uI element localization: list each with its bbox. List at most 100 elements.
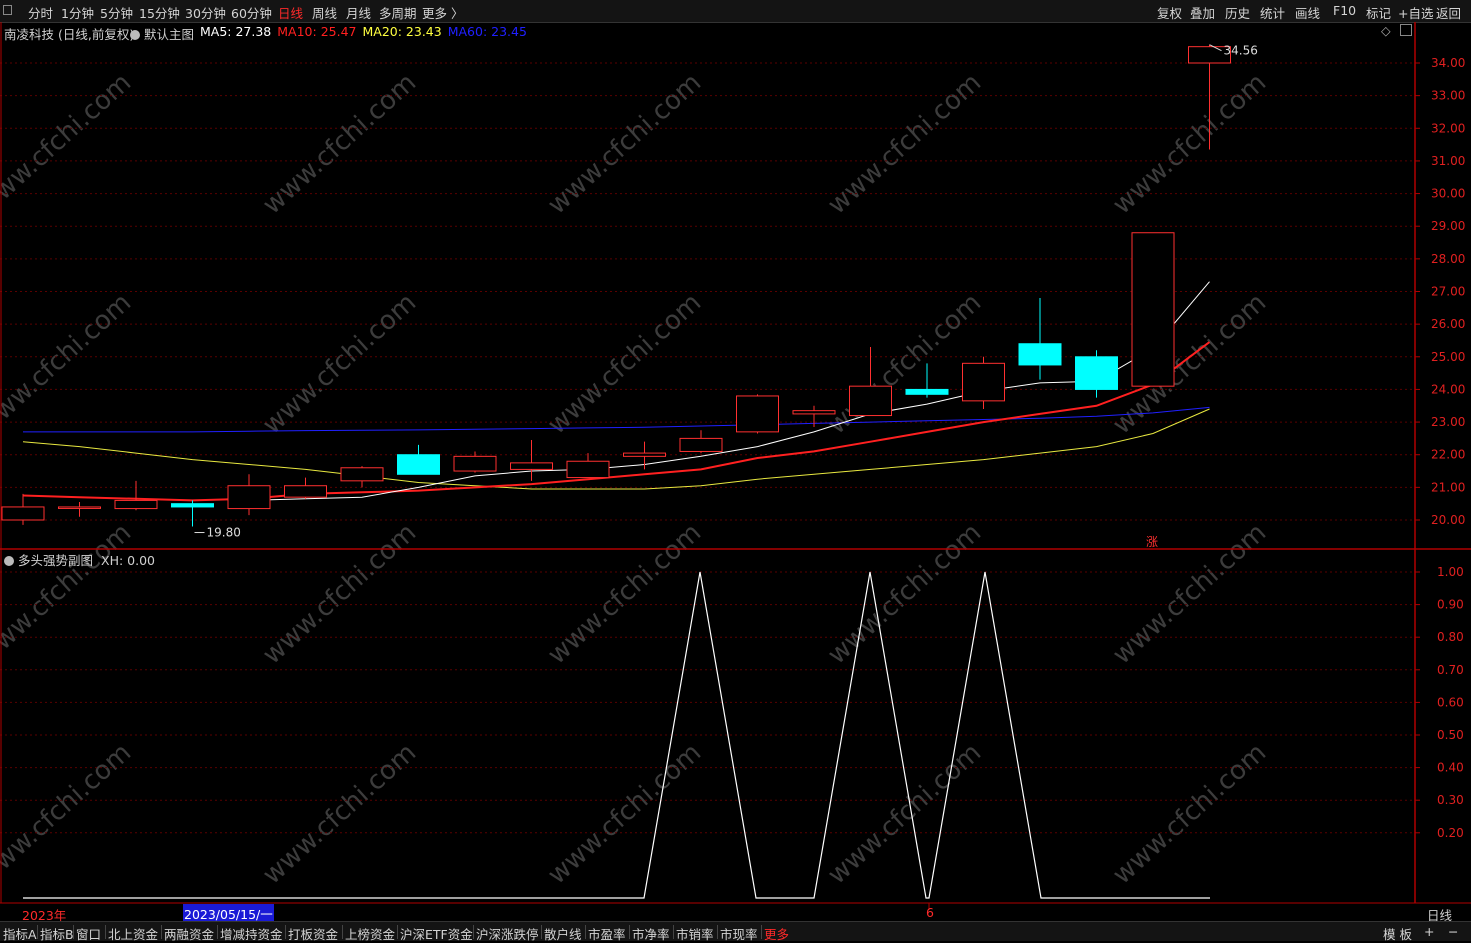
watermark-text: www.cfchi.com (1107, 738, 1272, 891)
tab-divider (761, 925, 762, 939)
indicator-tab-7[interactable]: 上榜资金 (345, 924, 395, 943)
tab-divider (285, 925, 286, 939)
watermark-text: www.cfchi.com (1107, 518, 1272, 671)
indicator-tab-6[interactable]: 打板资金 (288, 924, 338, 943)
indicator-tab-0[interactable]: 指标A (3, 924, 37, 943)
price-tick-label: 28.00 (1431, 252, 1465, 266)
stock-title: 南凌科技 (日线,前复权) (4, 27, 135, 42)
tab-divider (629, 925, 630, 939)
indicator-tab-4[interactable]: 两融资金 (164, 924, 214, 943)
candle-body (340, 467, 384, 482)
diamond-icon[interactable]: ◇ (1381, 23, 1391, 38)
indicator-tab-11[interactable]: 市盈率 (588, 924, 626, 943)
indicator-tab-5[interactable]: 增减持资金 (220, 924, 283, 943)
watermark-text: www.cfchi.com (542, 738, 707, 891)
tab-divider (673, 925, 674, 939)
ma-legend-item-2: MA20: 23.43 (362, 24, 442, 39)
ma-legend: MA5: 27.38 MA10: 25.47 MA20: 23.43 MA60: 23… (200, 24, 533, 39)
candle-body (849, 385, 892, 417)
price-tick-label: 34.00 (1431, 56, 1465, 70)
candle-body (962, 362, 1005, 402)
price-tick-label: 32.00 (1431, 121, 1465, 135)
price-tick-label: 31.00 (1431, 154, 1465, 168)
watermark-text: www.cfchi.com (822, 68, 987, 221)
tab-divider (473, 925, 474, 939)
indicator-tab-15[interactable]: 更多 (764, 924, 789, 943)
watermark-text: www.cfchi.com (542, 518, 707, 671)
indicator-tab-2[interactable]: 窗口 (76, 924, 101, 943)
price-tick-label: 23.00 (1431, 415, 1465, 429)
price-tick-label: 24.00 (1431, 382, 1465, 396)
tab-divider (541, 925, 542, 939)
candle-body (1131, 232, 1175, 387)
price-tick-label: 27.00 (1431, 285, 1465, 299)
indicator-tab-14[interactable]: 市现率 (720, 924, 758, 943)
candle-body (227, 485, 271, 510)
bottom-control-0[interactable]: 模 板 (1383, 924, 1412, 943)
chart-canvas[interactable]: www.cfchi.com www.cfchi.com www.cfchi.com w… (0, 0, 1471, 921)
settings-icon (130, 30, 140, 40)
candle-body (453, 455, 497, 472)
sub-tick-label: 0.30 (1437, 793, 1464, 807)
ma-legend-item-1: MA10: 25.47 (277, 24, 357, 39)
settings-icon (4, 556, 14, 566)
low-price-label: 19.80 (207, 526, 241, 540)
sub-chart-title: 多头强势副图 (18, 553, 94, 568)
indicator-tabbar: 指标A 指标B 窗口 北上资金 两融资金 增减持资金 打板资金 上榜资金 沪深ETF资金 沪深涨跌… (0, 921, 1471, 943)
sub-tick-label: 0.50 (1437, 728, 1464, 742)
sub-tick-label: 0.20 (1437, 826, 1464, 840)
indicator-tab-12[interactable]: 市净率 (632, 924, 670, 943)
candle-body (623, 452, 666, 457)
tab-divider (73, 925, 74, 939)
watermark-text: www.cfchi.com (257, 288, 422, 441)
sub-tick-label: 0.80 (1437, 630, 1464, 644)
tab-divider (717, 925, 718, 939)
candle-body (736, 395, 779, 433)
high-price-label: 34.56 (1224, 44, 1258, 58)
sub-tick-label: 0.40 (1437, 761, 1464, 775)
sub-chart-header[interactable]: 多头强势副图 XH: 0.00 (4, 550, 155, 569)
tab-divider (397, 925, 398, 939)
indicator-tab-10[interactable]: 散户线 (544, 924, 582, 943)
indicator-tab-9[interactable]: 沪深涨跌停 (476, 924, 539, 943)
indicator-tab-3[interactable]: 北上资金 (108, 924, 158, 943)
price-tick-label: 29.00 (1431, 219, 1465, 233)
indicator-tab-1[interactable]: 指标B (40, 924, 74, 943)
bottom-control-1[interactable]: + (1424, 924, 1434, 939)
candle-body (397, 454, 440, 475)
candle-body (1075, 356, 1118, 390)
tab-divider (217, 925, 218, 939)
candle-body (1018, 343, 1062, 366)
price-tick-label: 30.00 (1431, 187, 1465, 201)
candle-body (510, 462, 553, 470)
ma-legend-item-0: MA5: 27.38 (200, 24, 272, 39)
sub-tick-label: 0.60 (1437, 695, 1464, 709)
watermark-text: www.cfchi.com (257, 68, 422, 221)
candle-body (1, 506, 45, 521)
candle-body (114, 499, 158, 510)
watermark-text: www.cfchi.com (257, 518, 422, 671)
watermark-text: www.cfchi.com (822, 738, 987, 891)
price-tick-label: 22.00 (1431, 448, 1465, 462)
candle-body (905, 388, 949, 395)
sub-tick-label: 0.90 (1437, 598, 1464, 612)
candle-body (679, 437, 723, 452)
ma60-line (23, 406, 1210, 433)
maximize-icon[interactable] (1400, 24, 1412, 36)
candle-body (566, 460, 610, 479)
price-tick-label: 26.00 (1431, 317, 1465, 331)
watermark-text: www.cfchi.com (542, 68, 707, 221)
zhang-marker: 涨 (1146, 534, 1158, 549)
bottom-control-2[interactable]: − (1448, 924, 1458, 939)
month-label: 6 (926, 905, 934, 920)
candle-body (171, 503, 214, 508)
template-selector[interactable]: 默认主图 (130, 24, 194, 43)
watermark-text: www.cfchi.com (542, 288, 707, 441)
tab-divider (105, 925, 106, 939)
price-tick-label: 33.00 (1431, 89, 1465, 103)
indicator-tab-8[interactable]: 沪深ETF资金 (400, 924, 473, 943)
candle-body (58, 506, 101, 509)
tab-divider (37, 925, 38, 939)
watermark-text: www.cfchi.com (822, 518, 987, 671)
indicator-tab-13[interactable]: 市销率 (676, 924, 714, 943)
